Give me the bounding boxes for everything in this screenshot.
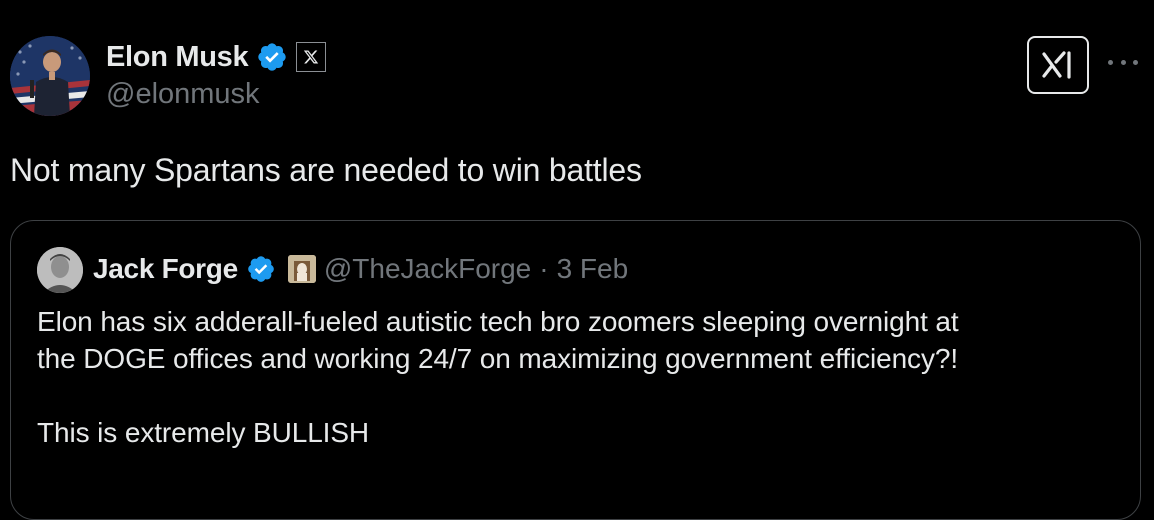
quoted-header: Jack Forge @TheJackForge · 3 Feb [93,249,628,289]
quoted-tweet-card[interactable]: Jack Forge @TheJackForge · 3 Feb Elon ha… [10,220,1141,520]
author-name-row: Elon Musk [106,37,327,77]
quoted-display-name[interactable]: Jack Forge [93,253,238,285]
separator-dot: · [539,253,549,284]
emoji-badge-icon [287,255,316,283]
x-affiliate-badge-icon [296,42,327,72]
quoted-text: Elon has six adderall-fueled autistic te… [37,303,1117,451]
quoted-text-line: the DOGE offices and working 24/7 on max… [37,343,959,374]
author-avatar[interactable] [10,36,90,116]
author-display-name[interactable]: Elon Musk [106,41,249,74]
grok-icon [1042,51,1071,79]
verified-badge-icon [258,43,286,71]
more-icon[interactable] [1108,50,1138,74]
quoted-handle[interactable]: @TheJackForge [324,253,531,285]
tweet-text: Not many Spartans are needed to win batt… [10,152,642,188]
quoted-date[interactable]: 3 Feb [557,253,629,285]
author-handle[interactable]: @elonmusk [106,78,260,111]
quoted-text-line: Elon has six adderall-fueled autistic te… [37,306,959,337]
quoted-author-avatar[interactable] [37,247,83,293]
quoted-text-paragraph: This is extremely BULLISH [37,417,370,448]
verified-badge-icon [248,256,274,282]
grok-button[interactable] [1027,36,1089,94]
